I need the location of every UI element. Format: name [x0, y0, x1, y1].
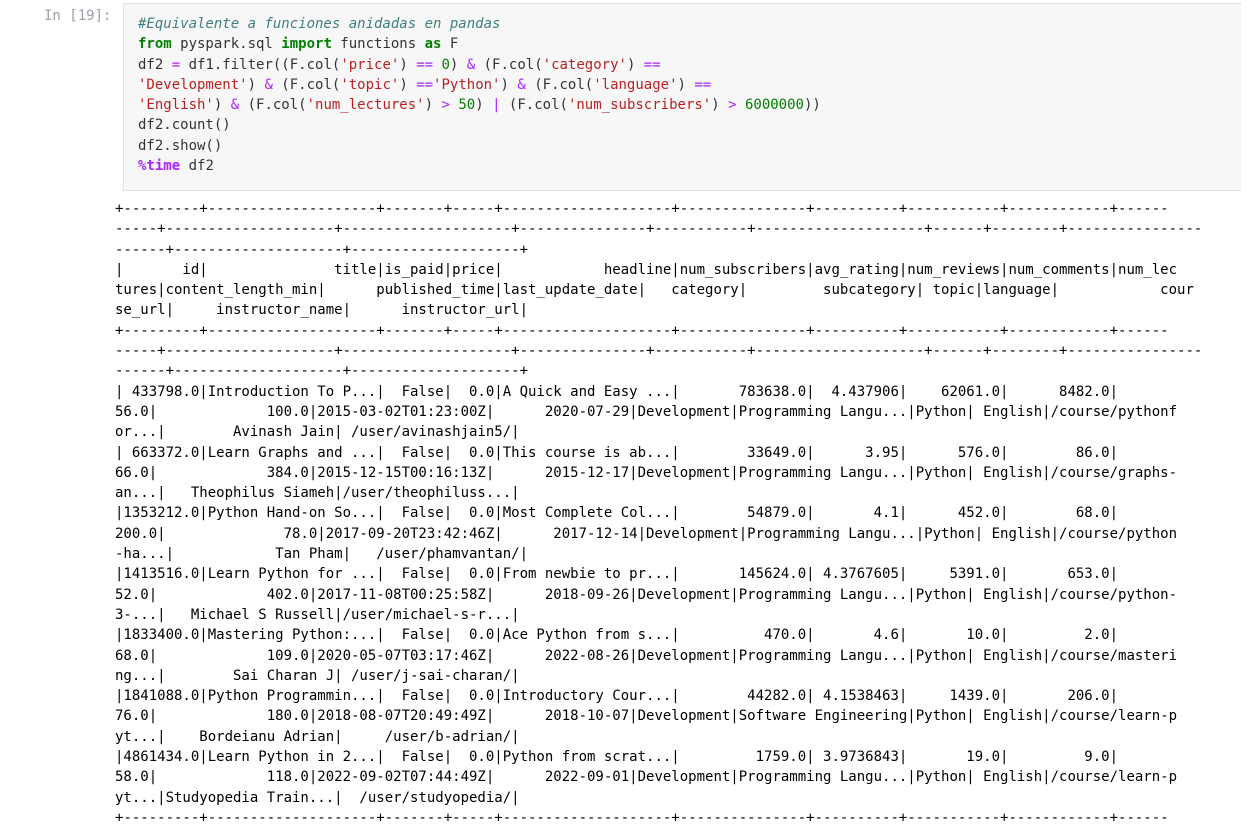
keyword-from: from: [138, 36, 172, 53]
cell-prompt: In [19]:: [44, 8, 112, 24]
output-line: 52.0| 402.0|2017-11-08T00:25:58Z| 2018-0…: [115, 586, 1178, 603]
code-token: ): [711, 97, 729, 114]
output-line: ng...| Sai Charan J| /user/j-sai-charan/…: [115, 667, 520, 684]
code-token: ): [449, 56, 467, 73]
code-token: ): [424, 97, 442, 114]
string-literal: 'topic': [340, 76, 400, 93]
code-token: df1.filter((F.col(: [180, 56, 341, 73]
code-line-count: df2.count(): [138, 117, 231, 134]
string-literal: 'num_lectures': [306, 97, 425, 114]
code-token: (F.col(: [475, 56, 543, 73]
cell-output: +---------+--------------------+-------+…: [115, 199, 1245, 829]
code-token: (F.col(: [239, 97, 307, 114]
operator: >: [728, 97, 737, 114]
string-literal: 'num_subscribers': [567, 97, 712, 114]
operator: =: [171, 56, 181, 73]
output-line: 56.0| 100.0|2015-03-02T01:23:00Z| 2020-0…: [115, 403, 1178, 420]
output-line: |4861434.0|Learn Python in 2...| False| …: [115, 749, 1119, 766]
output-line: |1841088.0|Python Programmin...| False| …: [115, 688, 1119, 705]
output-line: +---------+--------------------+-------+…: [115, 201, 1169, 217]
output-line: -----+--------------------+-------------…: [115, 343, 1203, 360]
output-line: tures|content_length_min| published_time…: [115, 282, 1194, 299]
code-token: ): [626, 56, 644, 73]
code-comment: #Equivalente a funciones anidadas en pan…: [138, 16, 501, 32]
code-token: df2: [138, 56, 172, 73]
operator: &: [264, 76, 273, 93]
output-line: 68.0| 109.0|2020-05-07T03:17:46Z| 2022-0…: [115, 647, 1178, 664]
output-line: -ha...| Tan Pham| /user/phamvantan/|: [115, 546, 529, 563]
code-token: ): [475, 97, 493, 114]
output-line: |1833400.0|Mastering Python:...| False| …: [115, 627, 1119, 644]
string-literal: 'category': [542, 56, 627, 73]
code-token: )): [803, 97, 821, 114]
output-line: yt...|Studyopedia Train...| /user/studyo…: [115, 789, 520, 806]
code-token: (F.col(: [525, 76, 594, 93]
code-token: ): [500, 76, 518, 93]
code-line-show: df2.show(): [138, 137, 223, 154]
output-line: +---------+--------------------+-------+…: [115, 322, 1169, 339]
string-literal: 'language': [593, 76, 678, 93]
output-line: yt...| Bordeianu Adrian| /user/b-adrian/…: [115, 728, 520, 745]
output-line: se_url| instructor_name| instructor_url|: [115, 302, 529, 319]
code-token: (F.col(: [272, 76, 341, 93]
code-token: (F.col(: [500, 97, 568, 114]
output-line: 3-...| Michael S Russell|/user/michael-s…: [115, 606, 520, 623]
operator: ==: [694, 76, 712, 93]
number-literal: 50: [449, 97, 476, 114]
output-line: ------+--------------------+------------…: [115, 363, 529, 380]
code-token: ): [247, 76, 265, 93]
operator: |: [492, 97, 501, 114]
string-literal: 'Development': [138, 76, 248, 93]
code-token: df2: [180, 158, 214, 175]
operator: ==: [643, 56, 661, 73]
code-token: ): [677, 76, 695, 93]
number-literal: 6000000: [736, 97, 804, 114]
output-line: | 433798.0|Introduction To P...| False| …: [115, 383, 1119, 400]
operator: &: [230, 97, 240, 114]
output-line: or...| Avinash Jain| /user/avinashjain5/…: [115, 424, 520, 441]
output-line: -----+--------------------+-------------…: [115, 221, 1203, 238]
code-token: F: [441, 36, 459, 53]
output-line: 58.0| 118.0|2022-09-02T07:44:49Z| 2022-0…: [115, 769, 1178, 786]
operator: &: [517, 76, 526, 93]
output-line: 76.0| 180.0|2018-08-07T20:49:49Z| 2018-1…: [115, 708, 1178, 725]
code-token: ): [399, 76, 417, 93]
output-line: | 663372.0|Learn Graphs and ...| False| …: [115, 444, 1119, 461]
string-literal: 'price': [340, 56, 400, 73]
output-line: +---------+--------------------+-------+…: [115, 809, 1169, 826]
code-editor[interactable]: #Equivalente a funciones anidadas en pan…: [124, 4, 1241, 186]
code-token: ): [399, 56, 417, 73]
output-line: |1353212.0|Python Hand-on So...| False| …: [115, 505, 1119, 522]
operator: >: [441, 97, 450, 114]
code-token: ): [213, 97, 231, 114]
number-literal: 0: [433, 56, 450, 73]
output-line: ------+--------------------+------------…: [115, 241, 529, 258]
magic-command: %time: [138, 158, 181, 175]
output-line: | id| title|is_paid|price| headline|num_…: [115, 261, 1178, 278]
output-line: an...| Theophilus Siameh|/user/theophilu…: [115, 485, 520, 502]
output-line: 66.0| 384.0|2015-12-15T00:16:13Z| 2015-1…: [115, 464, 1178, 481]
keyword-as: as: [424, 36, 442, 53]
code-token: pyspark.sql: [171, 36, 282, 53]
code-cell-input[interactable]: #Equivalente a funciones anidadas en pan…: [123, 3, 1241, 191]
string-literal: 'English': [138, 97, 214, 114]
output-line: 200.0| 78.0|2017-09-20T23:42:46Z| 2017-1…: [115, 525, 1178, 542]
keyword-import: import: [281, 36, 332, 53]
operator: &: [466, 56, 476, 73]
dataframe-show-output: +---------+--------------------+-------+…: [115, 199, 1245, 828]
string-literal: 'Python': [433, 76, 501, 93]
operator: ==: [416, 56, 434, 73]
output-line: |1413516.0|Learn Python for ...| False| …: [115, 566, 1119, 583]
code-token: functions: [331, 36, 425, 53]
operator: ==: [416, 76, 434, 93]
